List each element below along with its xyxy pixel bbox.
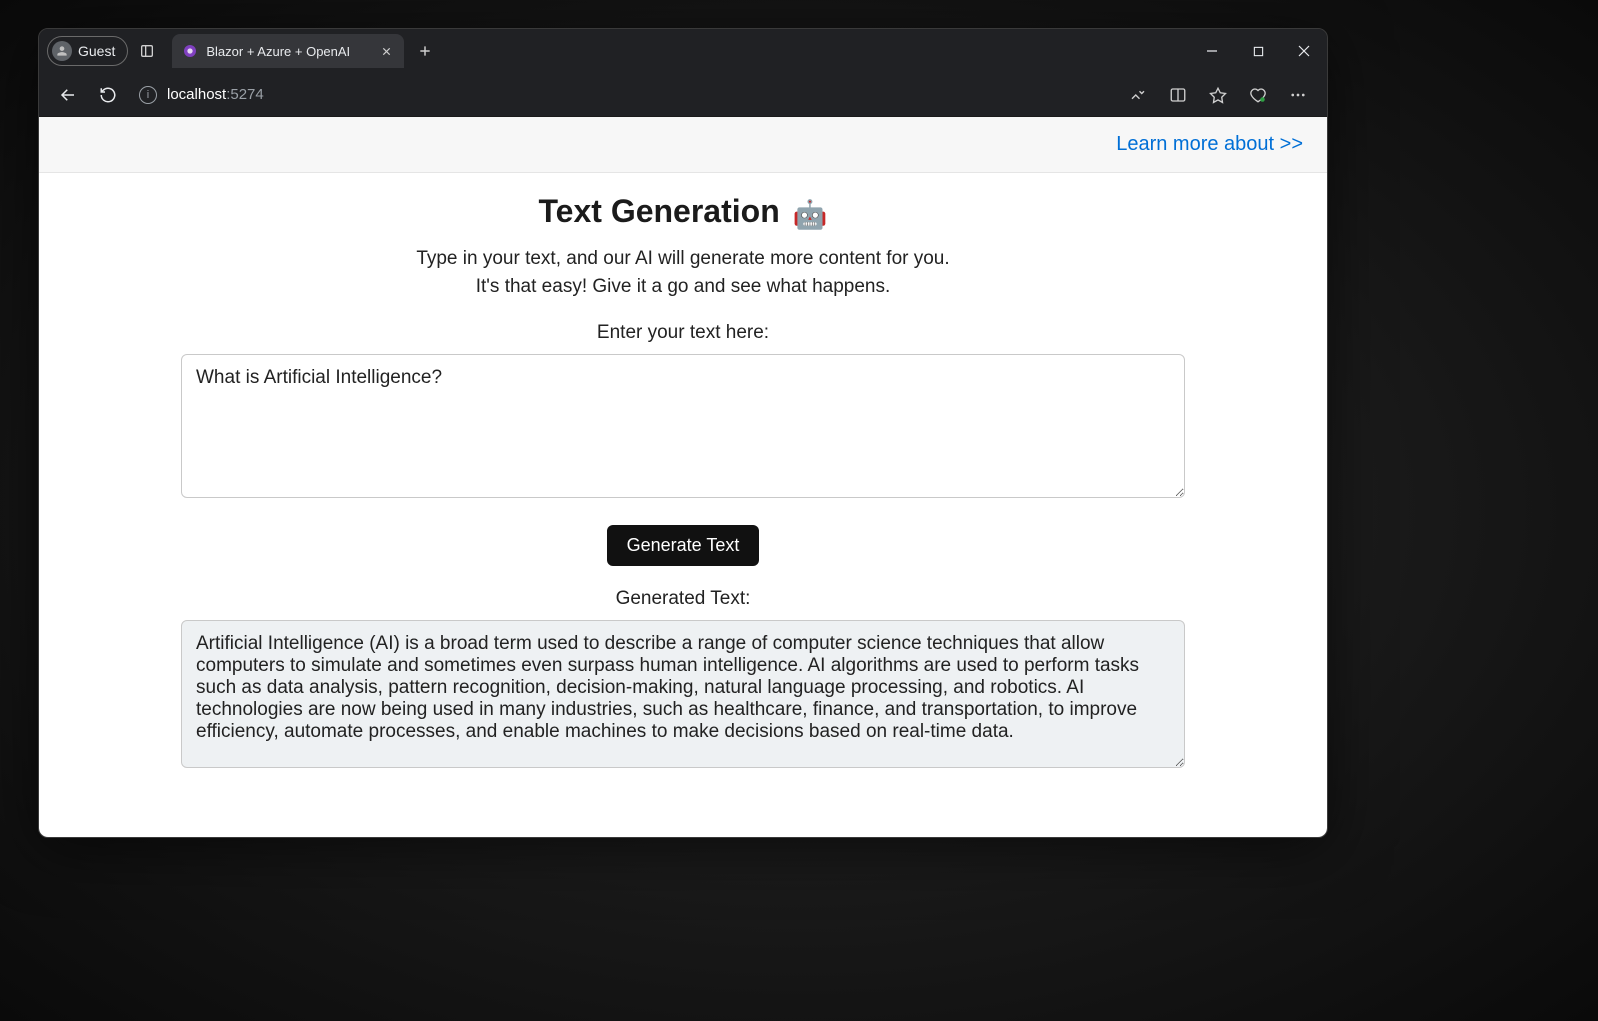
toolbar-right-icons	[1119, 76, 1317, 114]
site-info-icon[interactable]: i	[139, 86, 157, 104]
tab-title: Blazor + Azure + OpenAI	[206, 44, 350, 59]
address-bar[interactable]: i localhost:5274	[139, 86, 1117, 104]
page-title: Text Generation 🤖	[39, 193, 1327, 231]
subtitle-line1: Type in your text, and our AI will gener…	[416, 248, 949, 269]
window-close-button[interactable]	[1281, 29, 1327, 73]
titlebar: Guest Blazor + Azure + OpenAI	[39, 29, 1327, 73]
browser-window: Guest Blazor + Azure + OpenAI	[38, 28, 1328, 838]
profile-button[interactable]: Guest	[47, 36, 128, 66]
main-content: Text Generation 🤖 Type in your text, and…	[39, 173, 1327, 813]
toolbar: i localhost:5274	[39, 73, 1327, 117]
profile-label: Guest	[78, 43, 115, 59]
split-screen-icon[interactable]	[1159, 76, 1197, 114]
page-title-text: Text Generation	[539, 193, 789, 229]
input-label: Enter your text here:	[39, 322, 1327, 344]
new-tab-button[interactable]	[408, 34, 442, 68]
read-aloud-icon[interactable]	[1119, 76, 1157, 114]
learn-more-link[interactable]: Learn more about >>	[1116, 133, 1303, 155]
robot-icon: 🤖	[793, 199, 828, 230]
url-text: localhost:5274	[167, 86, 264, 103]
url-host: localhost	[167, 86, 226, 103]
output-label: Generated Text:	[39, 588, 1327, 610]
favorites-icon[interactable]	[1199, 76, 1237, 114]
subtitle-line2: It's that easy! Give it a go and see wha…	[476, 276, 891, 297]
maximize-button[interactable]	[1235, 29, 1281, 73]
page-subtitle: Type in your text, and our AI will gener…	[39, 245, 1327, 300]
top-strip: Learn more about >>	[39, 117, 1327, 173]
avatar-icon	[52, 41, 72, 61]
refresh-button[interactable]	[89, 76, 127, 114]
output-text[interactable]	[181, 620, 1185, 768]
tab-favicon-icon	[182, 43, 198, 59]
tab-close-icon[interactable]	[378, 43, 394, 59]
window-controls	[1189, 29, 1327, 73]
tab-actions-icon[interactable]	[128, 32, 166, 70]
page-viewport[interactable]: Learn more about >> Text Generation 🤖 Ty…	[39, 117, 1327, 838]
minimize-button[interactable]	[1189, 29, 1235, 73]
browser-tab[interactable]: Blazor + Azure + OpenAI	[172, 34, 404, 68]
prompt-input[interactable]	[181, 354, 1185, 498]
generate-button[interactable]: Generate Text	[607, 525, 760, 566]
url-port: :5274	[226, 86, 264, 103]
back-button[interactable]	[49, 76, 87, 114]
collections-icon[interactable]	[1239, 76, 1277, 114]
more-menu-icon[interactable]	[1279, 76, 1317, 114]
